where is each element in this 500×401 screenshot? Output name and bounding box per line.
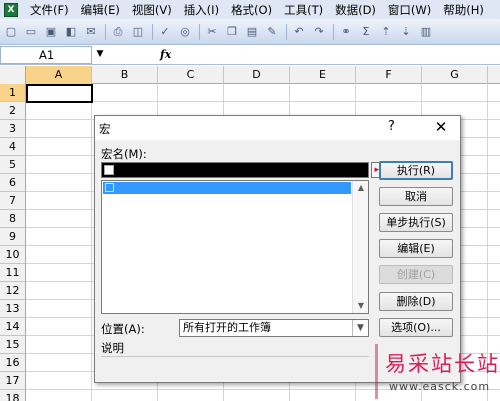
sort-descending-icon[interactable]: ⇣ xyxy=(397,23,415,41)
undo-icon[interactable]: ↶ xyxy=(290,23,308,41)
chart-icon[interactable]: ▥ xyxy=(417,23,435,41)
menu-edit[interactable]: 编辑(E) xyxy=(75,2,126,18)
row-header[interactable]: 15 xyxy=(0,336,26,354)
macro-item-icon xyxy=(105,183,114,192)
format-painter-icon[interactable]: ✎ xyxy=(263,23,281,41)
description-label: 说明 xyxy=(101,341,124,355)
column-header[interactable]: C xyxy=(158,66,224,84)
row-header[interactable]: 9 xyxy=(0,228,26,246)
row-header[interactable]: 13 xyxy=(0,300,26,318)
edit-button[interactable]: 编辑(E) xyxy=(379,239,453,258)
toolbar-separator xyxy=(286,23,287,40)
toolbar-separator xyxy=(199,23,200,40)
row-header[interactable]: 11 xyxy=(0,264,26,282)
column-header[interactable]: D xyxy=(224,66,290,84)
create-button[interactable]: 创建(C) xyxy=(379,265,453,284)
menu-view[interactable]: 视图(V) xyxy=(126,2,178,18)
menu-insert[interactable]: 插入(I) xyxy=(178,2,225,18)
watermark-brand: 易采站长站 xyxy=(385,352,500,376)
sort-ascending-icon[interactable]: ⇡ xyxy=(377,23,395,41)
hyperlink-icon[interactable]: ⚭ xyxy=(337,23,355,41)
select-all-corner[interactable] xyxy=(0,66,26,84)
column-headers: A B C D E F G xyxy=(0,66,500,84)
cancel-button[interactable]: 取消 xyxy=(379,187,453,206)
email-icon[interactable]: ✉ xyxy=(82,23,100,41)
active-cell-a1[interactable] xyxy=(26,84,93,103)
menu-file[interactable]: 文件(F) xyxy=(24,2,75,18)
menu-tools[interactable]: 工具(T) xyxy=(278,2,329,18)
list-item[interactable] xyxy=(103,182,351,194)
macro-name-input[interactable] xyxy=(101,162,369,178)
menu-help[interactable]: 帮助(H) xyxy=(437,2,490,18)
description-divider xyxy=(101,356,369,357)
row-headers: 1 2 3 4 5 6 7 8 9 10 11 12 13 14 15 16 1… xyxy=(0,84,26,401)
watermark-url: www.easck.com xyxy=(389,380,491,393)
chevron-down-icon[interactable]: ▼ xyxy=(92,46,108,64)
copy-icon[interactable]: ❐ xyxy=(223,23,241,41)
excel-app-icon[interactable]: X xyxy=(4,2,18,17)
cut-icon[interactable]: ✂ xyxy=(203,23,221,41)
row-header[interactable]: 4 xyxy=(0,138,26,156)
row-header[interactable]: 18 xyxy=(0,390,26,401)
autosum-icon[interactable]: Σ xyxy=(357,23,375,41)
menu-data[interactable]: 数据(D) xyxy=(329,2,382,18)
row-header[interactable]: 1 xyxy=(0,84,26,102)
close-icon[interactable]: ✕ xyxy=(429,117,453,137)
menu-window[interactable]: 窗口(W) xyxy=(382,2,437,18)
dialog-titlebar[interactable]: 宏 ? ✕ xyxy=(95,116,460,140)
redo-icon[interactable]: ↷ xyxy=(310,23,328,41)
location-select[interactable]: 所有打开的工作簿 ▼ xyxy=(179,319,369,337)
toolbar-separator xyxy=(152,23,153,40)
toolbar-separator xyxy=(105,23,106,40)
print-preview-icon[interactable]: ◫ xyxy=(129,23,147,41)
column-header[interactable]: B xyxy=(92,66,158,84)
row-header[interactable]: 16 xyxy=(0,354,26,372)
row-header[interactable]: 2 xyxy=(0,102,26,120)
row-header[interactable]: 7 xyxy=(0,192,26,210)
open-icon[interactable]: ▭ xyxy=(22,23,40,41)
formula-bar: A1 ▼ fx xyxy=(0,45,500,65)
column-header[interactable]: A xyxy=(26,66,92,84)
chevron-down-icon[interactable]: ▼ xyxy=(352,320,368,336)
run-button[interactable]: 执行(R) xyxy=(379,161,453,180)
name-box[interactable]: A1 xyxy=(0,45,92,64)
help-icon[interactable]: ? xyxy=(388,119,395,134)
step-into-button[interactable]: 单步执行(S) xyxy=(379,213,453,232)
row-header[interactable]: 17 xyxy=(0,372,26,390)
delete-button[interactable]: 删除(D) xyxy=(379,292,453,311)
row-header[interactable]: 8 xyxy=(0,210,26,228)
menu-bar: X 文件(F) 编辑(E) 视图(V) 插入(I) 格式(O) 工具(T) 数据… xyxy=(0,0,500,19)
print-icon[interactable]: ⎙ xyxy=(109,23,127,41)
research-icon[interactable]: ◎ xyxy=(176,23,194,41)
save-icon[interactable]: ▣ xyxy=(42,23,60,41)
location-label: 位置(A): xyxy=(101,322,145,336)
column-header[interactable]: E xyxy=(290,66,356,84)
paste-icon[interactable]: ▤ xyxy=(243,23,261,41)
scroll-up-icon[interactable]: ▲ xyxy=(353,181,369,195)
insert-function-icon[interactable]: fx xyxy=(160,48,171,61)
spelling-icon[interactable]: ✓ xyxy=(156,23,174,41)
scroll-down-icon[interactable]: ▼ xyxy=(353,299,369,313)
macro-name-label: 宏名(M): xyxy=(101,147,147,161)
toolbar-separator xyxy=(333,23,334,40)
row-header[interactable]: 5 xyxy=(0,156,26,174)
row-header[interactable]: 12 xyxy=(0,282,26,300)
macro-dialog: 宏 ? ✕ 宏名(M): ▸▤ ▲ ▼ 执行(R) 取消 单步执行(S) 编辑(… xyxy=(94,115,461,383)
row-header[interactable]: 10 xyxy=(0,246,26,264)
macro-list[interactable]: ▲ ▼ xyxy=(101,180,369,314)
macro-item-icon xyxy=(104,165,114,175)
permission-icon[interactable]: ◧ xyxy=(62,23,80,41)
vertical-scrollbar[interactable]: ▲ ▼ xyxy=(352,181,368,313)
new-icon[interactable]: ▢ xyxy=(2,23,20,41)
row-header[interactable]: 3 xyxy=(0,120,26,138)
column-header[interactable]: G xyxy=(422,66,488,84)
row-header[interactable]: 6 xyxy=(0,174,26,192)
dialog-title: 宏 xyxy=(99,122,111,136)
column-header[interactable]: F xyxy=(356,66,422,84)
options-button[interactable]: 选项(O)... xyxy=(379,318,453,337)
menu-format[interactable]: 格式(O) xyxy=(225,2,278,18)
location-value: 所有打开的工作簿 xyxy=(183,321,271,334)
row-header[interactable]: 14 xyxy=(0,318,26,336)
standard-toolbar: ▢ ▭ ▣ ◧ ✉ ⎙ ◫ ✓ ◎ ✂ ❐ ▤ ✎ ↶ ↷ ⚭ Σ ⇡ ⇣ ▥ xyxy=(0,19,500,45)
